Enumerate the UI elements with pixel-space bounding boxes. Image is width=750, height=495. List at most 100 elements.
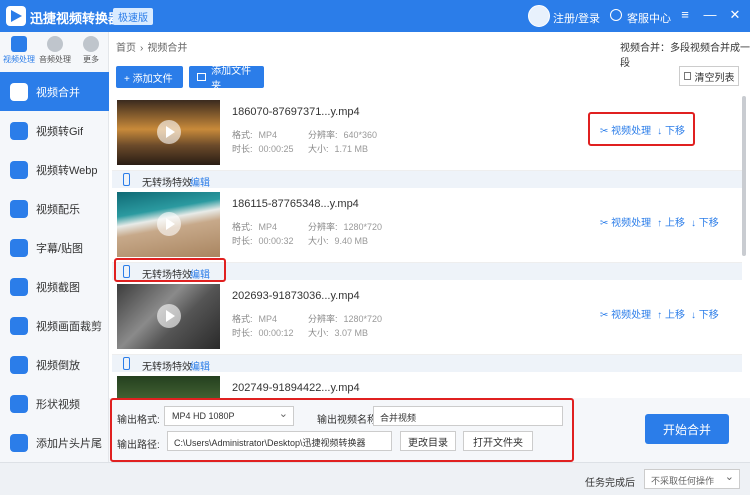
audio-icon bbox=[47, 36, 63, 52]
minimize-button[interactable]: — bbox=[701, 6, 719, 24]
duration-value: 00:00:25 bbox=[258, 144, 294, 154]
video-thumbnail[interactable] bbox=[117, 284, 220, 349]
service-center-link[interactable]: 客服中心 bbox=[627, 10, 671, 26]
format-value: MP4 bbox=[258, 130, 278, 140]
status-bar: 任务完成后 不采取任何操作 bbox=[0, 462, 750, 495]
tab-label: 视频处理 bbox=[3, 55, 35, 64]
duration-label: 时长: bbox=[232, 236, 253, 246]
menu-item-crop[interactable]: 视频画面裁剪 bbox=[0, 306, 109, 345]
scrollbar[interactable] bbox=[742, 96, 746, 256]
webp-icon bbox=[10, 160, 28, 179]
menu-item-subtitle[interactable]: 字幕/贴图 bbox=[0, 228, 109, 267]
highlight-box-actions bbox=[588, 112, 695, 146]
move-up-link[interactable]: ↑ 上移 bbox=[657, 306, 685, 321]
tab-label: 音频处理 bbox=[39, 55, 71, 64]
list-item[interactable]: 186115-87765348...y.mp4 格式: MP4 时长: 00:00:… bbox=[112, 188, 742, 263]
trash-icon bbox=[683, 72, 691, 80]
video-icon bbox=[11, 36, 27, 52]
start-merge-button[interactable]: 开始合并 bbox=[645, 414, 729, 444]
format-info: 格式: MP4 bbox=[232, 220, 277, 233]
app-logo-icon bbox=[6, 6, 26, 26]
menu-icon[interactable]: ≡ bbox=[676, 6, 694, 24]
duration-info: 时长: 00:00:12 bbox=[232, 326, 294, 339]
breadcrumb-home[interactable]: 首页 bbox=[116, 43, 136, 54]
duration-value: 00:00:32 bbox=[258, 236, 294, 246]
video-thumbnail[interactable] bbox=[117, 192, 220, 257]
app-title: 迅捷视频转换器 bbox=[30, 11, 122, 26]
after-task-select[interactable]: 不采取任何操作 bbox=[644, 469, 740, 489]
move-down-link[interactable]: ↓ 下移 bbox=[691, 214, 719, 229]
format-value: MP4 bbox=[258, 222, 278, 232]
menu-label: 添加片头片尾 bbox=[36, 437, 102, 450]
tab-more[interactable]: 更多 bbox=[74, 36, 108, 65]
duration-label: 时长: bbox=[232, 328, 253, 338]
resolution-label: 分辨率: bbox=[308, 222, 338, 232]
add-file-button[interactable]: + 添加文件 bbox=[116, 66, 183, 88]
menu-label: 字幕/贴图 bbox=[36, 242, 84, 255]
size-value: 1.71 MB bbox=[334, 144, 369, 154]
user-avatar-icon[interactable] bbox=[528, 5, 550, 27]
menu-label: 视频配乐 bbox=[36, 203, 80, 216]
close-button[interactable]: ✕ bbox=[726, 6, 744, 24]
play-icon[interactable] bbox=[157, 304, 181, 328]
merge-icon bbox=[10, 82, 28, 101]
list-item[interactable]: 202749-91894422...y.mp4 bbox=[112, 372, 742, 398]
transition-edit-link[interactable]: 编辑 bbox=[190, 358, 210, 373]
intro-icon bbox=[10, 433, 28, 452]
service-icon[interactable] bbox=[610, 9, 622, 21]
transition-icon bbox=[123, 173, 130, 186]
video-process-link[interactable]: ✂ 视频处理 bbox=[600, 306, 651, 321]
transition-label: 无转场特效 bbox=[142, 362, 192, 373]
item-actions: ✂ 视频处理 ↑ 上移 ↓ 下移 bbox=[600, 306, 719, 321]
move-down-link[interactable]: ↓ 下移 bbox=[691, 306, 719, 321]
menu-item-intro-outro[interactable]: 添加片头片尾 bbox=[0, 423, 109, 462]
item-actions: ✂ 视频处理 ↑ 上移 ↓ 下移 bbox=[600, 214, 719, 229]
file-name: 186115-87765348...y.mp4 bbox=[232, 198, 359, 210]
tab-audio[interactable]: 音频处理 bbox=[38, 36, 72, 65]
size-label: 大小: bbox=[308, 236, 329, 246]
process-label: 视频处理 bbox=[611, 310, 652, 321]
reverse-icon bbox=[10, 355, 28, 374]
folder-icon bbox=[197, 73, 207, 81]
login-link[interactable]: 注册/登录 bbox=[553, 10, 600, 26]
breadcrumb: 首页 › 视频合并 bbox=[116, 39, 187, 54]
menu-item-shape[interactable]: 形状视频 bbox=[0, 384, 109, 423]
subtitle-icon bbox=[10, 238, 28, 257]
menu-item-video-merge[interactable]: 视频合并 bbox=[0, 72, 109, 111]
breadcrumb-current: 视频合并 bbox=[147, 43, 188, 54]
menu-item-video-music[interactable]: 视频配乐 bbox=[0, 189, 109, 228]
duration-value: 00:00:12 bbox=[258, 328, 294, 338]
tab-label: 更多 bbox=[83, 55, 99, 64]
transition-row: 无转场特效 编辑 bbox=[112, 355, 742, 373]
menu-item-video-to-webp[interactable]: 视频转Webp bbox=[0, 150, 109, 189]
menu-label: 形状视频 bbox=[36, 398, 80, 411]
music-icon bbox=[10, 199, 28, 218]
transition-label: 无转场特效 bbox=[142, 178, 192, 189]
menu-item-reverse[interactable]: 视频倒放 bbox=[0, 345, 109, 384]
play-icon[interactable] bbox=[157, 120, 181, 144]
resolution-value: 1280*720 bbox=[343, 222, 383, 232]
format-info: 格式: MP4 bbox=[232, 312, 277, 325]
menu-label: 视频画面裁剪 bbox=[36, 320, 102, 333]
tab-video[interactable]: 视频处理 bbox=[2, 36, 36, 65]
resolution-info: 分辨率: 1280*720 bbox=[308, 220, 382, 233]
video-process-link[interactable]: ✂ 视频处理 bbox=[600, 214, 651, 229]
list-item[interactable]: 202693-91873036...y.mp4 格式: MP4 时长: 00:00:… bbox=[112, 280, 742, 355]
size-label: 大小: bbox=[308, 144, 329, 154]
file-name: 202749-91894422...y.mp4 bbox=[232, 382, 360, 394]
transition-edit-link[interactable]: 编辑 bbox=[190, 174, 210, 189]
add-folder-button[interactable]: 添加文件夹 bbox=[189, 66, 264, 92]
format-label: 格式: bbox=[232, 314, 253, 324]
play-icon[interactable] bbox=[157, 212, 181, 236]
clear-list-button[interactable]: 清空列表 bbox=[679, 66, 739, 86]
menu-label: 视频倒放 bbox=[36, 359, 80, 372]
file-name: 186070-87697371...y.mp4 bbox=[232, 106, 360, 118]
move-up-link[interactable]: ↑ 上移 bbox=[657, 214, 685, 229]
video-thumbnail[interactable] bbox=[117, 100, 220, 165]
video-thumbnail[interactable] bbox=[117, 376, 220, 398]
menu-item-video-to-gif[interactable]: 视频转Gif bbox=[0, 111, 109, 150]
menu-item-screenshot[interactable]: 视频截图 bbox=[0, 267, 109, 306]
size-info: 大小: 3.07 MB bbox=[308, 326, 368, 339]
add-folder-label: 添加文件夹 bbox=[211, 66, 252, 92]
resolution-value: 640*360 bbox=[343, 130, 378, 140]
